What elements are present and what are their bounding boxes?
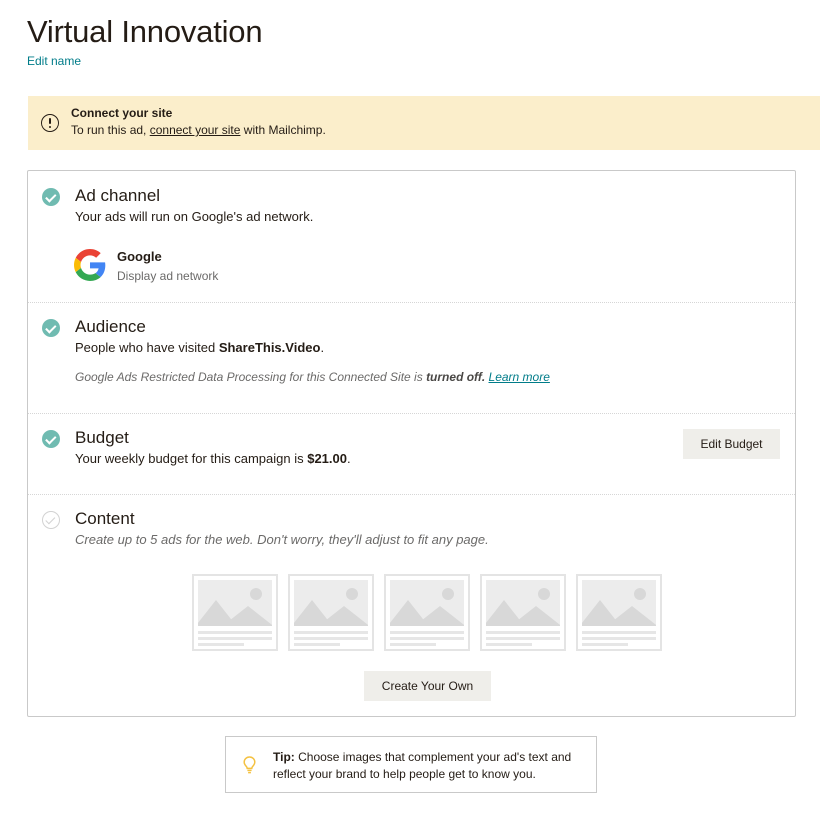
budget-title: Budget (75, 428, 129, 447)
budget-desc-after: . (346, 451, 351, 466)
audience-title: Audience (75, 317, 146, 336)
ad-channel-description: Your ads will run on Google's ad network… (75, 209, 314, 224)
ad-placeholder-image-icon (288, 574, 374, 651)
google-logo-icon (74, 249, 106, 281)
campaign-title: Virtual Innovation (27, 14, 263, 49)
alert-text-before: To run this ad, (71, 123, 150, 137)
create-your-own-button[interactable]: Create Your Own (364, 671, 491, 701)
audience-site-name: ShareThis.Video (218, 340, 321, 355)
ad-placeholder-image-icon (480, 574, 566, 651)
edit-budget-button[interactable]: Edit Budget (683, 429, 780, 459)
budget-desc-before: Your weekly budget for this campaign is (75, 451, 308, 466)
ad-placeholder-image-icon (576, 574, 662, 651)
audience-description: People who have visited ShareThis.Video. (75, 340, 324, 355)
ad-placeholder-image-icon (192, 574, 278, 651)
note-status: turned off. (426, 370, 486, 384)
tip-box: Tip: Choose images that complement your … (225, 736, 597, 793)
content-description: Create up to 5 ads for the web. Don't wo… (75, 532, 489, 547)
alert-text-after: with Mailchimp. (240, 123, 326, 137)
audience-desc-before: People who have visited (75, 340, 219, 355)
alert-text: To run this ad, connect your site with M… (71, 123, 326, 137)
lightbulb-icon (243, 756, 256, 774)
audience-section: Audience People who have visited ShareTh… (28, 302, 795, 413)
check-complete-icon (42, 319, 60, 337)
provider-subtitle: Display ad network (117, 269, 219, 283)
budget-description: Your weekly budget for this campaign is … (75, 451, 351, 466)
learn-more-link[interactable]: Learn more (489, 370, 550, 384)
ad-placeholder-image-icon (384, 574, 470, 651)
check-incomplete-icon (42, 511, 60, 529)
tip-text: Tip: Choose images that complement your … (273, 749, 591, 783)
check-complete-icon (42, 430, 60, 448)
connect-site-link[interactable]: connect your site (150, 123, 241, 137)
budget-section: Budget Your weekly budget for this campa… (28, 413, 795, 494)
provider-name: Google (117, 249, 162, 264)
campaign-checklist-card: Ad channel Your ads will run on Google's… (27, 170, 796, 717)
tip-label: Tip: (273, 750, 295, 764)
content-title: Content (75, 509, 135, 528)
connect-site-alert: Connect your site To run this ad, connec… (28, 96, 820, 150)
edit-name-link[interactable]: Edit name (27, 54, 81, 68)
alert-title: Connect your site (71, 106, 173, 120)
ad-channel-title: Ad channel (75, 186, 161, 205)
audience-desc-after: . (320, 340, 325, 355)
warning-circle-icon (41, 114, 59, 132)
budget-amount: $21.00 (307, 451, 347, 466)
tip-body: Choose images that complement your ad's … (273, 750, 572, 781)
note-text: Google Ads Restricted Data Processing fo… (75, 370, 427, 384)
audience-data-note: Google Ads Restricted Data Processing fo… (75, 370, 550, 384)
check-complete-icon (42, 188, 60, 206)
ad-channel-section: Ad channel Your ads will run on Google's… (28, 171, 795, 302)
